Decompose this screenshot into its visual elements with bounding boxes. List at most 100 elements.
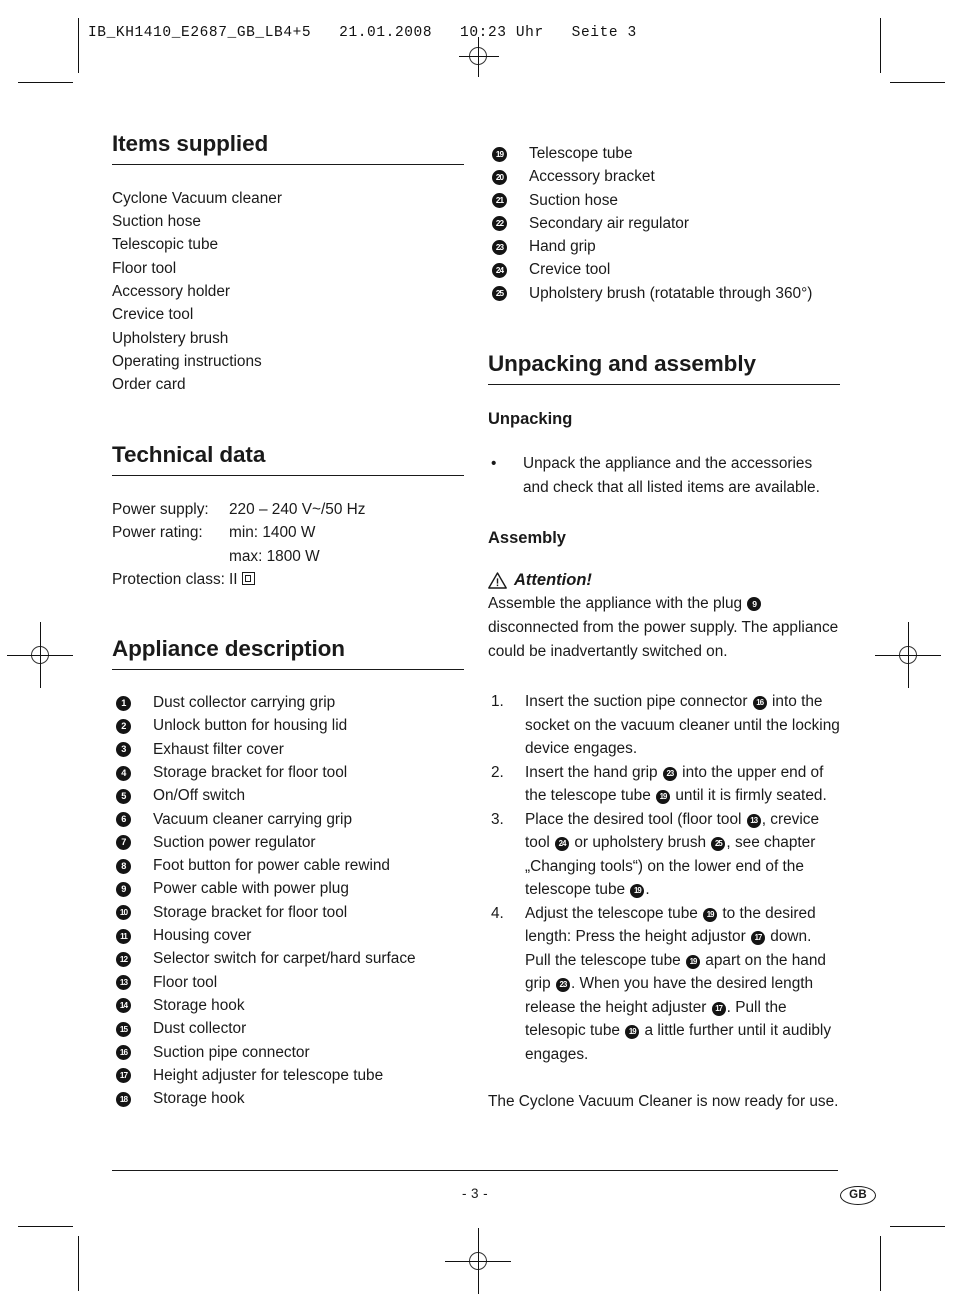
item-number-badge: 16 — [116, 1045, 131, 1061]
item-label: Power cable with power plug — [153, 880, 349, 898]
crop-mark-bottom-left-horizontal — [18, 1226, 73, 1227]
crop-mark-bottom-right-horizontal — [890, 1226, 945, 1227]
page-number: - 3 - — [461, 1186, 488, 1201]
item-label: Upholstery brush (rotatable through 360°… — [529, 284, 813, 302]
class-2-double-square-icon — [241, 572, 255, 586]
inline-reference-badge: 19 — [686, 954, 701, 969]
item-label: Storage hook — [153, 1090, 245, 1108]
list-item: Accessory holder — [112, 282, 231, 300]
attention-title: Attention! — [514, 570, 592, 589]
list-item: Floor tool — [112, 259, 177, 277]
list-item: 19 Telescope tube — [488, 142, 840, 165]
list-item: 3 Exhaust filter cover — [112, 738, 464, 761]
step-number: 3. — [491, 810, 504, 828]
list-item: 25 Upholstery brush (rotatable through 36… — [488, 282, 840, 305]
item-label: Vacuum cleaner carrying grip — [153, 810, 353, 828]
item-number-badge: 24 — [492, 262, 507, 278]
item-number-badge: 18 — [116, 1091, 131, 1107]
crop-mark-top-right-horizontal — [890, 82, 945, 83]
item-number-badge: 14 — [116, 998, 131, 1014]
item-number-badge: 19 — [492, 146, 507, 162]
section-heading-appliance-description: Appliance description — [112, 637, 464, 671]
list-item: 15 Dust collector — [112, 1017, 464, 1040]
items-supplied-list: Cyclone Vacuum cleaner Suction hose Tele… — [112, 187, 464, 397]
item-number-badge: 10 — [116, 905, 131, 921]
tech-value-power-rating-min: min: 1400 W — [229, 524, 316, 542]
section-heading-unpacking-and-assembly: Unpacking and assembly — [488, 351, 840, 385]
list-item: 9 Power cable with power plug — [112, 877, 464, 900]
list-item: 1 Dust collector carrying grip — [112, 691, 464, 714]
inline-reference-badge: 23 — [662, 766, 677, 781]
step-text-segment: Insert the hand grip — [525, 763, 662, 781]
list-item: Cyclone Vacuum cleaner — [112, 189, 282, 207]
crop-mark-bottom-right-vertical — [880, 1236, 881, 1291]
item-label: Secondary air regulator — [529, 214, 689, 232]
item-number-badge: 25 — [492, 286, 507, 302]
list-item: 18 Storage hook — [112, 1087, 464, 1110]
item-number-badge: 2 — [116, 718, 131, 734]
item-number-badge: 20 — [492, 169, 507, 185]
attention-body-part-2: disconnected from the power supply. The … — [488, 619, 839, 661]
item-number-badge: 12 — [116, 951, 131, 967]
list-item: 22 Secondary air regulator — [488, 212, 840, 235]
item-label: Storage bracket for floor tool — [153, 764, 348, 781]
technical-data-table: Power supply: 220 – 240 V~/50 Hz Power r… — [112, 498, 365, 591]
crop-mark-bottom-left-vertical — [78, 1236, 79, 1291]
inline-reference-badge: 13 — [746, 813, 761, 828]
step-text-segment: Adjust the telescope tube — [525, 904, 703, 922]
item-label: Unlock button for housing lid — [153, 717, 348, 735]
list-item: 8 Foot button for power cable rewind — [112, 854, 464, 877]
warning-triangle-icon — [488, 572, 507, 589]
item-label: Storage bracket for floor tool — [153, 903, 348, 921]
item-label: Hand grip — [529, 238, 596, 256]
list-item: 6 Vacuum cleaner carrying grip — [112, 808, 464, 831]
item-label: Telescope tube — [529, 145, 633, 162]
tech-value-power-supply: 220 – 240 V~/50 Hz — [229, 501, 366, 519]
list-item: Telescopic tube — [112, 236, 219, 254]
item-number-badge: 21 — [492, 193, 507, 209]
appliance-description-list: 1 Dust collector carrying grip 2 Unlock bu… — [112, 691, 464, 1110]
list-item: 1. Insert the suction pipe connector 16 … — [488, 690, 840, 761]
footer-divider — [112, 1170, 838, 1172]
item-label: Suction hose — [529, 191, 618, 209]
inline-reference-badge: 24 — [555, 837, 570, 852]
item-label: Floor tool — [153, 973, 218, 991]
list-item: Upholstery brush — [112, 329, 229, 347]
list-item: 23 Hand grip — [488, 235, 840, 258]
step-text: Adjust the telescope tube 19 to the desi… — [525, 905, 831, 1063]
item-number-badge: 8 — [116, 858, 131, 874]
crop-mark-top-left-horizontal — [18, 82, 73, 83]
unpacking-bullet-text: Unpack the appliance and the accessories… — [523, 454, 820, 496]
item-label: Height adjuster for telescope tube — [153, 1066, 384, 1084]
item-number-badge: 22 — [492, 216, 507, 232]
registration-mark-left-center — [7, 622, 73, 688]
item-label: Suction pipe connector — [153, 1043, 310, 1061]
inline-reference-badge: 23 — [555, 978, 570, 993]
protection-class-value: II — [229, 571, 238, 589]
list-item: 24 Crevice tool — [488, 258, 840, 281]
step-text-segment: Place the desired tool (floor tool — [525, 810, 746, 828]
item-label: Dust collector — [153, 1020, 247, 1038]
step-text: Insert the suction pipe connector 16 int… — [525, 693, 840, 757]
list-item: 20 Accessory bracket — [488, 165, 840, 188]
step-text: Place the desired tool (floor tool 13, c… — [525, 811, 819, 899]
item-number-badge: 13 — [116, 975, 131, 991]
bullet-dot-icon: • — [491, 454, 497, 472]
tech-label-blank — [112, 545, 229, 568]
item-number-badge: 15 — [116, 1021, 131, 1037]
assembly-closing-paragraph: The Cyclone Vacuum Cleaner is now ready … — [488, 1093, 839, 1111]
item-number-badge: 3 — [116, 742, 131, 758]
item-label: Foot button for power cable rewind — [153, 857, 390, 875]
item-number-badge: 11 — [116, 928, 131, 944]
inline-reference-badge: 16 — [752, 696, 767, 711]
item-number-badge: 17 — [116, 1068, 131, 1084]
inline-reference-badge: 19 — [630, 884, 645, 899]
item-number-badge: 1 — [116, 695, 131, 711]
attention-body-part-1: Assemble the appliance with the plug — [488, 594, 747, 612]
step-text-segment: . — [645, 881, 650, 899]
list-item: Suction hose — [112, 213, 201, 231]
list-item: 7 Suction power regulator — [112, 831, 464, 854]
page-canvas: IB_KH1410_E2687_GB_LB4+5 21.01.2008 10:2… — [0, 0, 954, 1309]
item-label: Selector switch for carpet/hard surface — [153, 950, 416, 968]
crop-mark-top-left-vertical — [78, 18, 79, 73]
